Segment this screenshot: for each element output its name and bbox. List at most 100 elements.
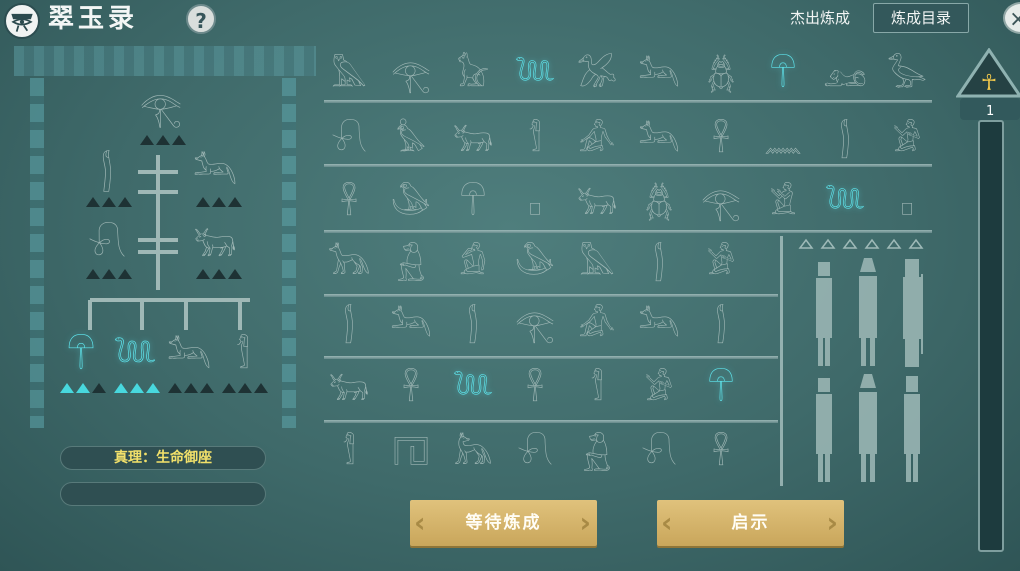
row-divider: [324, 164, 932, 167]
glyph-tile[interactable]: 𓆙: [512, 52, 558, 98]
statue-figure-4: [806, 372, 842, 484]
glyph-tile[interactable]: 𓀉: [574, 117, 620, 163]
statue-figure-1: [806, 256, 842, 368]
glyph-tile[interactable]: 𓀾: [574, 366, 620, 412]
glyph-tile[interactable]: 𓂭: [450, 302, 496, 348]
statue-figure-5: [850, 372, 886, 484]
glyph-tile[interactable]: 𓋹: [326, 180, 372, 226]
glyph-tile[interactable]: 𓃢: [636, 117, 682, 163]
statue-triangles: [798, 238, 924, 249]
truth-secondary-bar: [60, 482, 266, 506]
statue-figure-2: [850, 256, 886, 368]
glyph-tile[interactable]: 𓋹: [512, 366, 558, 412]
glyph-tile[interactable]: 𓉔: [388, 430, 434, 476]
glyph-tile[interactable]: 𓃢: [636, 52, 682, 98]
glyph-tile[interactable]: 𓊪: [884, 180, 930, 226]
glyph-tile[interactable]: 𓃻: [388, 240, 434, 286]
glyph-tile[interactable]: 𓅮: [574, 52, 620, 98]
tree-node-low-left[interactable]: 𓍯: [84, 222, 130, 268]
glyph-tile[interactable]: 𓊪: [512, 180, 558, 226]
tree-leaf-2-triangles: [114, 383, 160, 393]
glyph-tile[interactable]: 𓃢: [388, 302, 434, 348]
glyph-tile[interactable]: 𓃭: [822, 52, 868, 98]
glyph-tile[interactable]: 𓋻: [698, 366, 744, 412]
glyph-tile[interactable]: 𓋹: [388, 366, 434, 412]
hint-button[interactable]: ‹ 启示 ›: [657, 500, 844, 546]
statue-figure-6: [894, 372, 930, 484]
glyph-tile[interactable]: 𓂭: [326, 302, 372, 348]
progress-track: [978, 120, 1004, 552]
glyph-tile[interactable]: 𓅇: [512, 240, 558, 286]
glyph-tile[interactable]: 𓀃: [760, 180, 806, 226]
glyph-tile[interactable]: 𓂀: [388, 52, 434, 98]
glyph-tile[interactable]: 𓂭: [698, 302, 744, 348]
glyph-tile[interactable]: 𓃠: [450, 52, 496, 98]
glyph-tile[interactable]: 𓂀: [698, 180, 744, 226]
tree-node-low-left-triangles: [86, 269, 132, 279]
glyph-tile[interactable]: 𓀾: [326, 430, 372, 476]
help-button[interactable]: ?: [186, 4, 216, 34]
glyph-tile[interactable]: 𓋹: [698, 430, 744, 476]
chevron-right-icon: ›: [826, 506, 840, 539]
row-divider: [324, 230, 932, 233]
glyph-tile[interactable]: 𓀁: [450, 240, 496, 286]
glyph-tile[interactable]: 𓅇: [388, 180, 434, 226]
glyph-tile[interactable]: 𓃢: [636, 302, 682, 348]
tree-leaf-3-triangles: [168, 383, 214, 393]
frame-top-border: [14, 46, 316, 76]
tree-node-mid-right-triangles: [196, 197, 242, 207]
row-divider: [324, 100, 932, 103]
glyph-tile[interactable]: 𓅭: [884, 52, 930, 98]
wait-refine-button[interactable]: ‹ 等待炼成 ›: [410, 500, 597, 546]
row-divider: [324, 420, 778, 423]
tree-leaf-1[interactable]: 𓋻: [58, 334, 104, 380]
tree-node-top-triangles: [140, 135, 186, 145]
glyph-tile[interactable]: 𓃒: [326, 366, 372, 412]
row-divider: [324, 356, 778, 359]
glyph-tile[interactable]: 𓍯: [636, 430, 682, 476]
tree-node-low-right[interactable]: 𓃒: [192, 222, 238, 268]
glyph-tile[interactable]: 𓈖: [760, 117, 806, 163]
glyph-tile[interactable]: 𓀂: [884, 117, 930, 163]
level-number: 1: [986, 104, 995, 119]
glyph-tile[interactable]: 𓅊: [388, 117, 434, 163]
eye-of-horus-icon: [11, 13, 33, 32]
glyph-tile[interactable]: 𓍯: [326, 117, 372, 163]
glyph-tile[interactable]: 𓃒: [574, 180, 620, 226]
tree-leaf-4[interactable]: 𓀾: [220, 334, 266, 380]
glyph-tile[interactable]: 𓀂: [636, 366, 682, 412]
glyph-tile[interactable]: 𓆣: [698, 52, 744, 98]
tree-node-top[interactable]: 𓂀: [138, 86, 184, 132]
outstanding-refine-label[interactable]: 杰出炼成: [790, 8, 850, 28]
tree-node-low-right-triangles: [196, 269, 242, 279]
glyph-tile[interactable]: 𓃥: [326, 240, 372, 286]
glyph-tile[interactable]: 𓅓: [326, 52, 372, 98]
glyph-tile[interactable]: 𓃦: [450, 430, 496, 476]
glyph-tile[interactable]: 𓅓: [574, 240, 620, 286]
glyph-tile[interactable]: 𓃻: [574, 430, 620, 476]
tree-leaf-4-triangles: [222, 383, 268, 393]
glyph-tile[interactable]: 𓃒: [450, 117, 496, 163]
glyph-tile[interactable]: 𓆙: [822, 180, 868, 226]
glyph-tile[interactable]: 𓂭: [636, 240, 682, 286]
page-title: 翠玉录: [48, 4, 139, 34]
glyph-tile[interactable]: 𓋻: [760, 52, 806, 98]
glyph-tile[interactable]: 𓂀: [512, 302, 558, 348]
glyph-tile[interactable]: 𓀉: [574, 302, 620, 348]
tree-leaf-3[interactable]: 𓃢: [166, 334, 212, 380]
glyph-tile[interactable]: 𓋻: [450, 180, 496, 226]
close-button[interactable]: ×: [1003, 2, 1020, 34]
glyph-tile[interactable]: 𓂭: [822, 117, 868, 163]
chevron-left-icon: ‹: [414, 506, 428, 539]
glyph-tile[interactable]: 𓍯: [512, 430, 558, 476]
glyph-tile[interactable]: 𓆣: [636, 180, 682, 226]
glyph-tile[interactable]: 𓀂: [698, 240, 744, 286]
catalog-button[interactable]: 炼成目录: [873, 3, 969, 33]
chevron-left-icon: ‹: [661, 506, 675, 539]
glyph-tile[interactable]: 𓆙: [450, 366, 496, 412]
glyph-tile[interactable]: 𓀾: [512, 117, 558, 163]
tree-node-mid-right[interactable]: 𓃢: [192, 150, 238, 196]
tree-leaf-2[interactable]: 𓆙: [112, 334, 158, 380]
glyph-tile[interactable]: 𓋹: [698, 117, 744, 163]
tree-node-mid-left[interactable]: 𓂭: [84, 150, 130, 196]
